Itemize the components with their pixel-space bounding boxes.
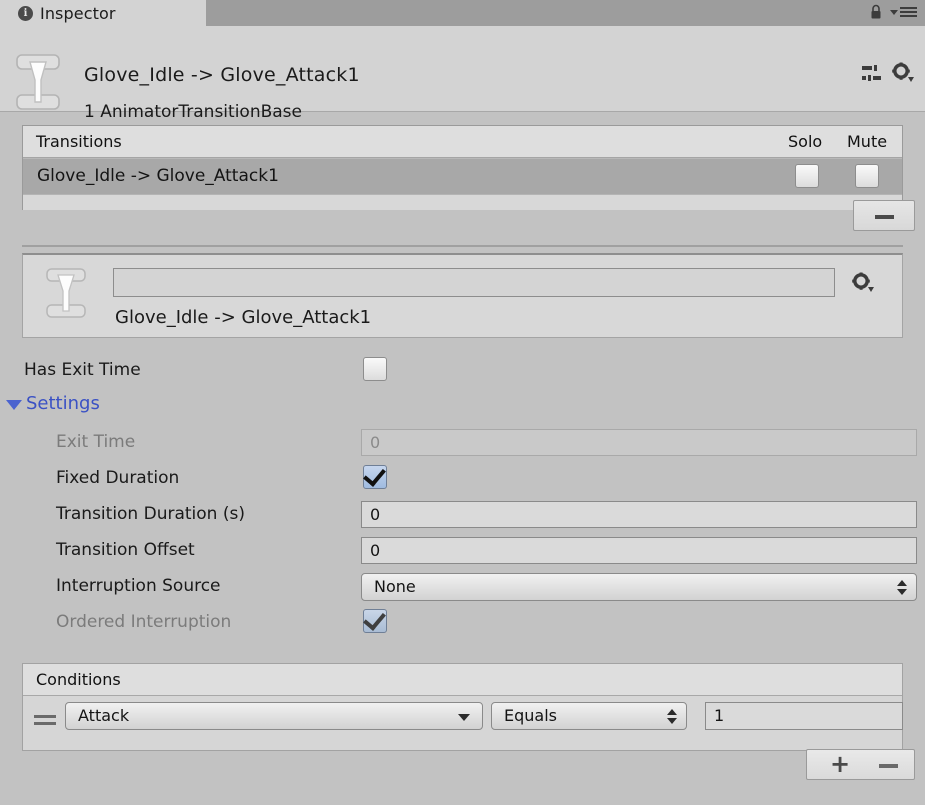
info-icon: i	[18, 5, 33, 21]
condition-parameter-dropdown[interactable]: Attack	[65, 702, 483, 730]
updown-arrow-icon	[897, 580, 907, 595]
property-exit-time: Exit Time 0	[0, 429, 925, 457]
property-ordered-interruption: Ordered Interruption	[0, 607, 925, 637]
mute-column-label: Mute	[847, 132, 888, 151]
tab-inspector[interactable]: i Inspector	[0, 0, 206, 26]
tab-bar: i Inspector	[0, 0, 925, 27]
ordered-interruption-checkbox[interactable]	[363, 607, 387, 633]
transitions-list-footer	[23, 194, 902, 210]
condition-add-remove-buttons: +	[806, 749, 915, 780]
transitions-list: Transitions Solo Mute Glove_Idle -> Glov…	[22, 125, 903, 210]
condition-row: Attack Equals 1	[23, 697, 903, 737]
transition-row-name: Glove_Idle -> Glove_Attack1	[37, 166, 279, 186]
lock-icon[interactable]	[869, 4, 883, 20]
hamburger-menu-icon[interactable]	[890, 7, 917, 17]
transition-detail-panel: Glove_Idle -> Glove_Attack1	[22, 253, 903, 338]
fixed-duration-checkbox[interactable]	[363, 463, 387, 489]
interruption-source-label: Interruption Source	[56, 576, 221, 596]
updown-arrow-icon	[667, 709, 677, 724]
has-exit-time-checkbox[interactable]	[363, 357, 387, 381]
fixed-duration-label: Fixed Duration	[56, 468, 180, 488]
gear-icon[interactable]	[851, 272, 875, 294]
exit-time-label: Exit Time	[56, 432, 136, 452]
condition-comparison-dropdown[interactable]: Equals	[491, 702, 687, 730]
minus-icon	[875, 215, 894, 219]
solo-checkbox[interactable]	[795, 164, 819, 188]
remove-condition-button[interactable]	[879, 764, 898, 768]
transitions-header-label: Transitions	[36, 132, 122, 151]
chevron-down-icon	[458, 714, 470, 721]
tab-inspector-label: Inspector	[40, 3, 116, 23]
transition-offset-input[interactable]: 0	[361, 537, 917, 564]
gear-icon[interactable]	[891, 62, 915, 84]
remove-transition-button[interactable]	[853, 200, 915, 231]
table-row[interactable]: Glove_Idle -> Glove_Attack1	[23, 159, 902, 194]
condition-comparison-value: Equals	[504, 706, 557, 725]
property-transition-duration: Transition Duration (s) 0	[0, 501, 925, 529]
solo-column-label: Solo	[788, 132, 823, 151]
interruption-source-dropdown[interactable]: None	[361, 573, 917, 601]
property-fixed-duration: Fixed Duration	[0, 463, 925, 493]
transition-duration-label: Transition Duration (s)	[56, 504, 245, 524]
animator-transition-icon	[14, 53, 62, 111]
drag-handle-icon[interactable]	[34, 715, 56, 729]
transition-name-input[interactable]	[113, 268, 835, 297]
inspector-header: Glove_Idle -> Glove_Attack1 1 AnimatorTr…	[0, 26, 925, 122]
inspector-window: i Inspector Glove_Idle -> Glove_Attack1 …	[0, 0, 925, 805]
condition-threshold-input[interactable]: 1	[705, 702, 903, 730]
property-has-exit-time: Has Exit Time	[0, 357, 925, 385]
mute-checkbox[interactable]	[855, 164, 879, 188]
transition-duration-input[interactable]: 0	[361, 501, 917, 528]
page-title: Glove_Idle -> Glove_Attack1	[84, 64, 360, 86]
menu-bars-icon	[900, 7, 917, 17]
settings-foldout-label: Settings	[26, 393, 100, 414]
ordered-interruption-label: Ordered Interruption	[56, 612, 232, 632]
check-icon	[363, 463, 386, 487]
conditions-header: Conditions	[23, 664, 902, 696]
property-transition-offset: Transition Offset 0	[0, 537, 925, 565]
conditions-list: Conditions Attack Equals 1	[22, 663, 903, 751]
animator-transition-icon	[45, 267, 87, 319]
preset-icon[interactable]	[861, 64, 883, 84]
property-interruption-source: Interruption Source None	[0, 573, 925, 601]
object-type-label: 1 AnimatorTransitionBase	[84, 102, 302, 122]
exit-time-input[interactable]: 0	[361, 429, 917, 456]
transition-display-name: Glove_Idle -> Glove_Attack1	[115, 307, 372, 328]
check-icon	[363, 607, 386, 631]
transition-offset-label: Transition Offset	[56, 540, 195, 560]
chevron-down-icon	[890, 9, 898, 15]
has-exit-time-label: Has Exit Time	[24, 360, 141, 380]
chevron-down-icon	[6, 400, 22, 410]
section-divider	[22, 245, 903, 247]
add-condition-button[interactable]: +	[829, 752, 851, 776]
transitions-list-header: Transitions Solo Mute	[23, 126, 902, 158]
conditions-header-label: Conditions	[36, 670, 121, 689]
interruption-source-value: None	[374, 577, 416, 596]
condition-parameter-value: Attack	[78, 706, 130, 725]
